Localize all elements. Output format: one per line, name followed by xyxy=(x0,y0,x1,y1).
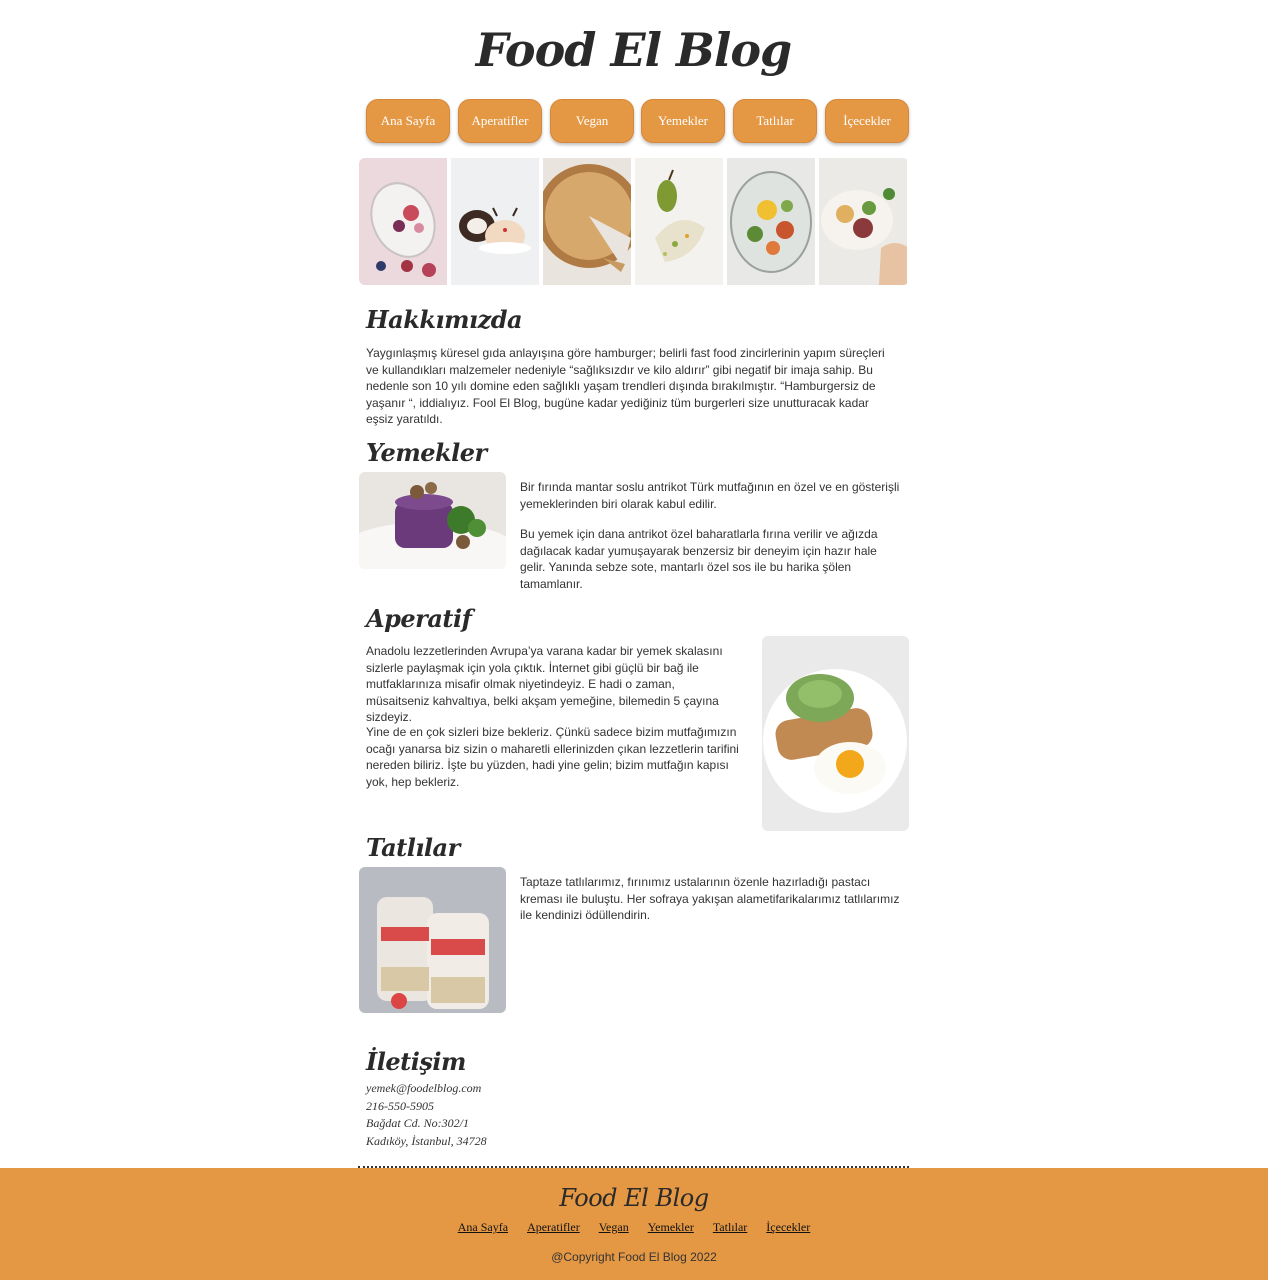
food-gallery xyxy=(359,158,909,285)
nav-ana-sayfa[interactable]: Ana Sayfa xyxy=(366,99,450,143)
contact-details: yemek@foodelblog.com 216-550-5905 Bağdat… xyxy=(366,1080,487,1150)
gallery-photo-pie xyxy=(543,158,631,285)
gallery-photo-pear-plate xyxy=(635,158,723,285)
footer: Food El Blog Ana Sayfa Aperatifler Vegan… xyxy=(0,1168,1268,1280)
nav-yemekler[interactable]: Yemekler xyxy=(641,99,725,143)
desserts-photo xyxy=(359,867,506,1013)
meals-text-2: Bu yemek için dana antrikot özel baharat… xyxy=(520,527,878,591)
footer-link-vegan[interactable]: Vegan xyxy=(599,1220,629,1234)
footer-link-icecekler[interactable]: İçecekler xyxy=(766,1220,810,1234)
copyright-text: @Copyright Food El Blog 2022 xyxy=(551,1250,717,1264)
desserts-heading: Tatlılar xyxy=(366,833,460,862)
nav-tatlilar[interactable]: Tatlılar xyxy=(733,99,817,143)
appetizer-text-1: Anadolu lezzetlerinden Avrupa’ya varana … xyxy=(366,644,723,724)
appetizer-heading: Aperatif xyxy=(366,604,472,633)
footer-title: Food El Blog xyxy=(559,1184,709,1212)
meals-text-1: Bir fırında mantar soslu antrikot Türk m… xyxy=(520,480,900,511)
footer-nav: Ana Sayfa Aperatifler Vegan Yemekler Tat… xyxy=(0,1220,1268,1235)
appetizer-photo xyxy=(762,636,909,831)
gallery-photo-bowl xyxy=(819,158,907,285)
footer-link-aperatifler[interactable]: Aperatifler xyxy=(527,1220,580,1234)
appetizer-text-2: Yine de en çok sizleri bize bekleriz. Çü… xyxy=(366,725,739,789)
contact-heading: İletişim xyxy=(366,1047,466,1076)
contact-address-line1: Bağdat Cd. No:302/1 xyxy=(366,1116,470,1131)
footer-link-yemekler[interactable]: Yemekler xyxy=(648,1220,694,1234)
footer-link-tatlilar[interactable]: Tatlılar xyxy=(713,1220,747,1234)
contact-address-line2: Kadıköy, İstanbul, 34728 xyxy=(366,1133,487,1148)
gallery-photo-reindeer-dessert xyxy=(451,158,539,285)
about-text: Yaygınlaşmış küresel gıda anlayışına gör… xyxy=(366,346,885,426)
contact-phone: 216-550-5905 xyxy=(366,1098,434,1113)
meals-photo xyxy=(359,472,506,569)
site-title: Food El Blog xyxy=(475,23,792,77)
gallery-photo-salad-bowl xyxy=(727,158,815,285)
gallery-photo-chia-jar xyxy=(359,158,447,285)
footer-link-ana-sayfa[interactable]: Ana Sayfa xyxy=(458,1220,508,1234)
meals-heading: Yemekler xyxy=(366,438,487,467)
desserts-text: Taptaze tatlılarımız, fırınımız ustaları… xyxy=(520,875,900,922)
nav-icecekler[interactable]: İçecekler xyxy=(825,99,909,143)
about-heading: Hakkımızda xyxy=(366,305,523,334)
contact-email[interactable]: yemek@foodelblog.com xyxy=(366,1080,487,1098)
nav-aperatifler[interactable]: Aperatifler xyxy=(458,99,542,143)
nav-vegan[interactable]: Vegan xyxy=(550,99,634,143)
